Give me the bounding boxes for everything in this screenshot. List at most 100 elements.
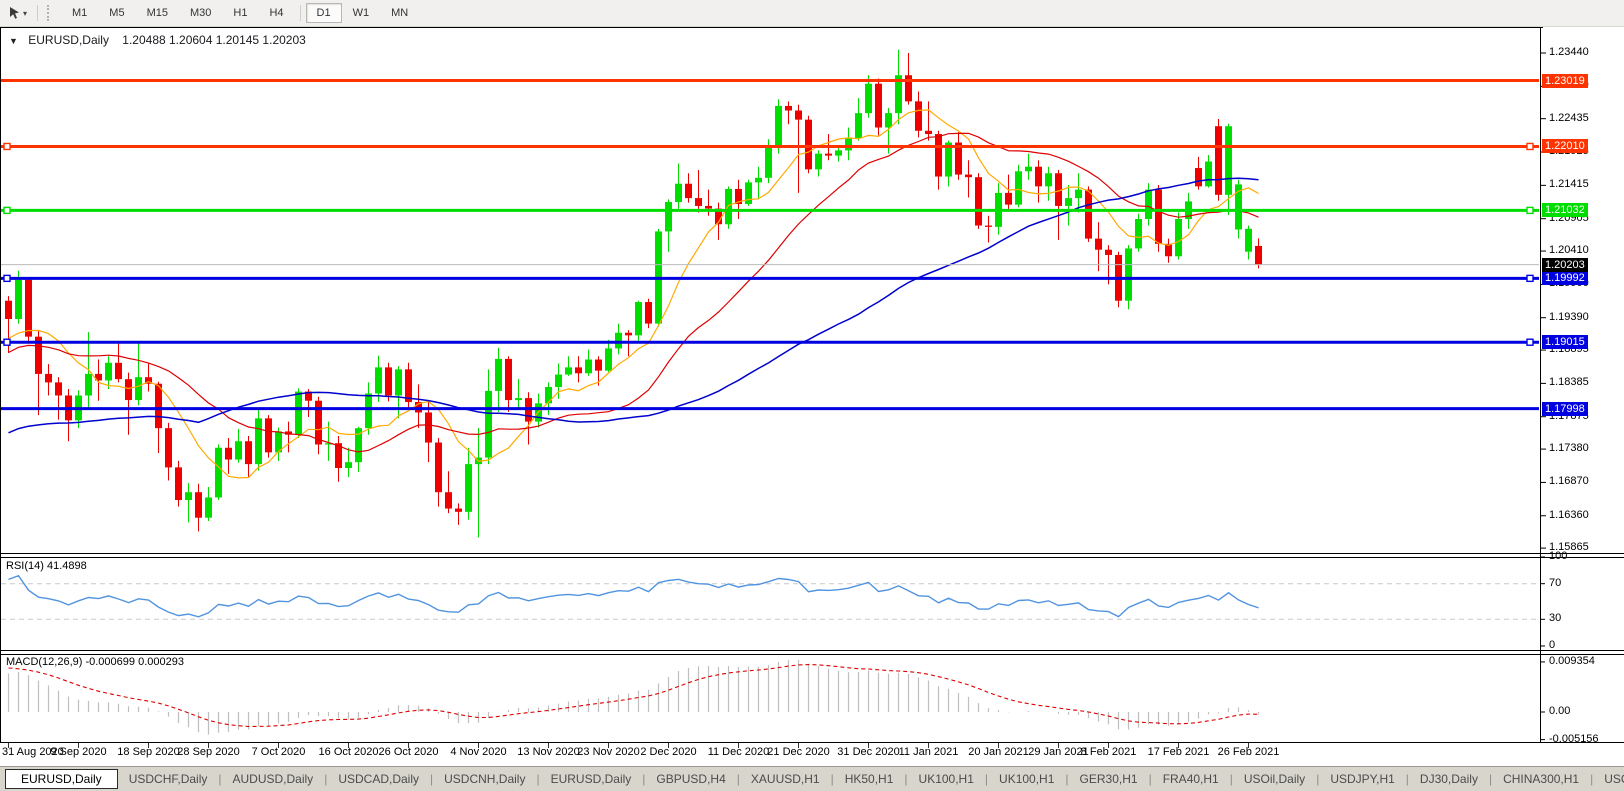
tab-fra40-h1[interactable]: FRA40,H1: [1152, 770, 1230, 788]
ma-fast-line: [9, 110, 1259, 478]
date-axis-label: 16 Oct 2020: [319, 746, 379, 758]
mt4-window: ▾ M1M5M15M30H1H4 D1W1MN ▼ EURUSD,Daily 1.…: [0, 0, 1624, 791]
date-axis-label: 20 Jan 2021: [968, 746, 1029, 758]
date-axis-label: 21 Dec 2020: [767, 746, 829, 758]
level-handle[interactable]: [1527, 339, 1533, 345]
tab-usdchf-daily[interactable]: USDCHF,Daily: [118, 770, 219, 788]
date-axis-label: 13 Nov 2020: [517, 746, 579, 758]
tab-uk100-h1[interactable]: UK100,H1: [908, 770, 985, 788]
symbol-tab-bar: EURUSD,DailyUSDCHF,Daily|AUDUSD,Daily|US…: [0, 766, 1624, 791]
price-axis-tick: 1.23440: [1549, 46, 1589, 58]
cursor-icon: [8, 6, 21, 20]
tab-eurusd-daily[interactable]: EURUSD,Daily: [5, 769, 118, 789]
current-price-badge: 1.20203: [1542, 258, 1588, 272]
price-axis-tick: 1.18385: [1549, 376, 1589, 388]
rsi-axis-tick: 100: [1549, 550, 1567, 562]
date-axis-label: 9 Sep 2020: [50, 746, 106, 758]
toolbar-grip[interactable]: [47, 5, 53, 21]
tab-gbpusd-h4[interactable]: GBPUSD,H4: [645, 770, 736, 788]
level-handle[interactable]: [4, 339, 10, 345]
tab-uk100-h1[interactable]: UK100,H1: [988, 770, 1065, 788]
price-level-badge: 1.19015: [1542, 335, 1588, 349]
date-axis-label: 31 Dec 2020: [837, 746, 899, 758]
macd-axis-tick: 0.00: [1549, 705, 1570, 717]
price-axis-tick: 1.22435: [1549, 112, 1589, 124]
timeframe-button-mn[interactable]: MN: [380, 3, 419, 23]
price-level-badge: 1.22010: [1542, 139, 1588, 153]
tab-usdjpy-h1[interactable]: USDJPY,H1: [1319, 770, 1405, 788]
date-axis-label: 28 Sep 2020: [177, 746, 239, 758]
level-handle[interactable]: [1527, 275, 1533, 281]
rsi-line: [9, 576, 1259, 617]
tab-xauusd-h1[interactable]: XAUUSD,H1: [740, 770, 831, 788]
macd-axis-tick: 0.009354: [1549, 655, 1595, 667]
toolbar-separator: [300, 5, 301, 21]
macd-histogram: [9, 660, 1259, 734]
macd-label: MACD(12,26,9) -0.000699 0.000293: [6, 656, 184, 668]
price-level-badge: 1.23019: [1542, 74, 1588, 88]
chart-symbol-label: EURUSD,Daily: [28, 33, 109, 47]
timeframe-button-h4[interactable]: H4: [258, 3, 294, 23]
tab-audusd-daily[interactable]: AUDUSD,Daily: [222, 770, 325, 788]
price-axis-tick: 1.17380: [1549, 442, 1589, 454]
date-axis-label: 26 Oct 2020: [379, 746, 439, 758]
tab-dj30-daily[interactable]: DJ30,Daily: [1409, 770, 1489, 788]
rsi-axis-tick: 70: [1549, 577, 1561, 589]
price-axis-tick: 1.16870: [1549, 475, 1589, 487]
date-axis-label: 23 Nov 2020: [577, 746, 639, 758]
level-handle[interactable]: [1527, 143, 1533, 149]
date-axis-label: 18 Sep 2020: [117, 746, 179, 758]
price-level-badge: 1.19992: [1542, 271, 1588, 285]
tab-usdcnh-daily[interactable]: USDCNH,Daily: [433, 770, 536, 788]
timeframe-buttons: M1M5M15M30H1H4 D1W1MN: [61, 3, 419, 23]
timeframe-button-m15[interactable]: M15: [136, 3, 179, 23]
tab-eurusd-daily[interactable]: EURUSD,Daily: [540, 770, 643, 788]
moving-averages-layer: [9, 110, 1259, 478]
date-axis-label: 17 Feb 2021: [1148, 746, 1210, 758]
date-axis-label: 8 Feb 2021: [1081, 746, 1137, 758]
rsi-axis-tick: 30: [1549, 612, 1561, 624]
timeframe-button-m5[interactable]: M5: [98, 3, 135, 23]
tab-ger30-h1[interactable]: GER30,H1: [1069, 770, 1149, 788]
candles-layer: [5, 50, 1262, 538]
tab-usoil-daily[interactable]: USOil,Daily: [1233, 770, 1316, 788]
price-axis-tick: 1.21415: [1549, 178, 1589, 190]
tab-hk50-h1[interactable]: HK50,H1: [834, 770, 905, 788]
cursor-tool-button[interactable]: ▾: [5, 4, 30, 22]
timeframe-button-m30[interactable]: M30: [179, 3, 222, 23]
chart-menu-icon[interactable]: ▼: [9, 36, 18, 46]
macd-signal-line: [9, 665, 1259, 727]
tab-usdcad-daily[interactable]: USDCAD,Daily: [327, 770, 430, 788]
rsi-label: RSI(14) 41.4898: [6, 560, 87, 572]
date-axis-label: 2 Dec 2020: [640, 746, 696, 758]
tab-china300-h1[interactable]: CHINA300,H1: [1492, 770, 1590, 788]
level-handle[interactable]: [4, 143, 10, 149]
timeframe-button-m1[interactable]: M1: [61, 3, 98, 23]
macd-axis-tick: -0.005156: [1549, 733, 1599, 745]
date-axis-label: 4 Nov 2020: [450, 746, 506, 758]
level-handle[interactable]: [4, 275, 10, 281]
chart-title: ▼ EURUSD,Daily 1.20488 1.20604 1.20145 1…: [9, 33, 306, 47]
price-axis-tick: 1.16360: [1549, 509, 1589, 521]
price-axis-tick: 1.19390: [1549, 311, 1589, 323]
tab-usoil-[interactable]: USOil,: [1593, 770, 1624, 788]
date-axis-label: 7 Oct 2020: [252, 746, 306, 758]
date-axis-label: 26 Feb 2021: [1218, 746, 1280, 758]
timeframe-toolbar: ▾ M1M5M15M30H1H4 D1W1MN: [0, 0, 1624, 27]
level-handle[interactable]: [1527, 207, 1533, 213]
timeframe-button-w1[interactable]: W1: [342, 3, 381, 23]
ma-mid-line: [9, 133, 1259, 452]
price-axis-tick: 1.20410: [1549, 244, 1589, 256]
symbol-tabs: EURUSD,DailyUSDCHF,Daily|AUDUSD,Daily|US…: [5, 769, 1624, 789]
ma-slow-line: [9, 178, 1259, 432]
chart-canvas[interactable]: [0, 0, 1624, 766]
timeframe-button-d1[interactable]: D1: [306, 3, 342, 23]
timeframe-button-h1[interactable]: H1: [222, 3, 258, 23]
cursor-dropdown-icon[interactable]: ▾: [23, 9, 27, 18]
level-handle[interactable]: [4, 207, 10, 213]
date-axis-label: 11 Dec 2020: [708, 746, 770, 758]
price-level-badge: 1.17998: [1542, 402, 1588, 416]
price-level-badge: 1.21032: [1542, 203, 1588, 217]
toolbar-separator: [37, 5, 38, 21]
rsi-axis-tick: 0: [1549, 639, 1555, 651]
